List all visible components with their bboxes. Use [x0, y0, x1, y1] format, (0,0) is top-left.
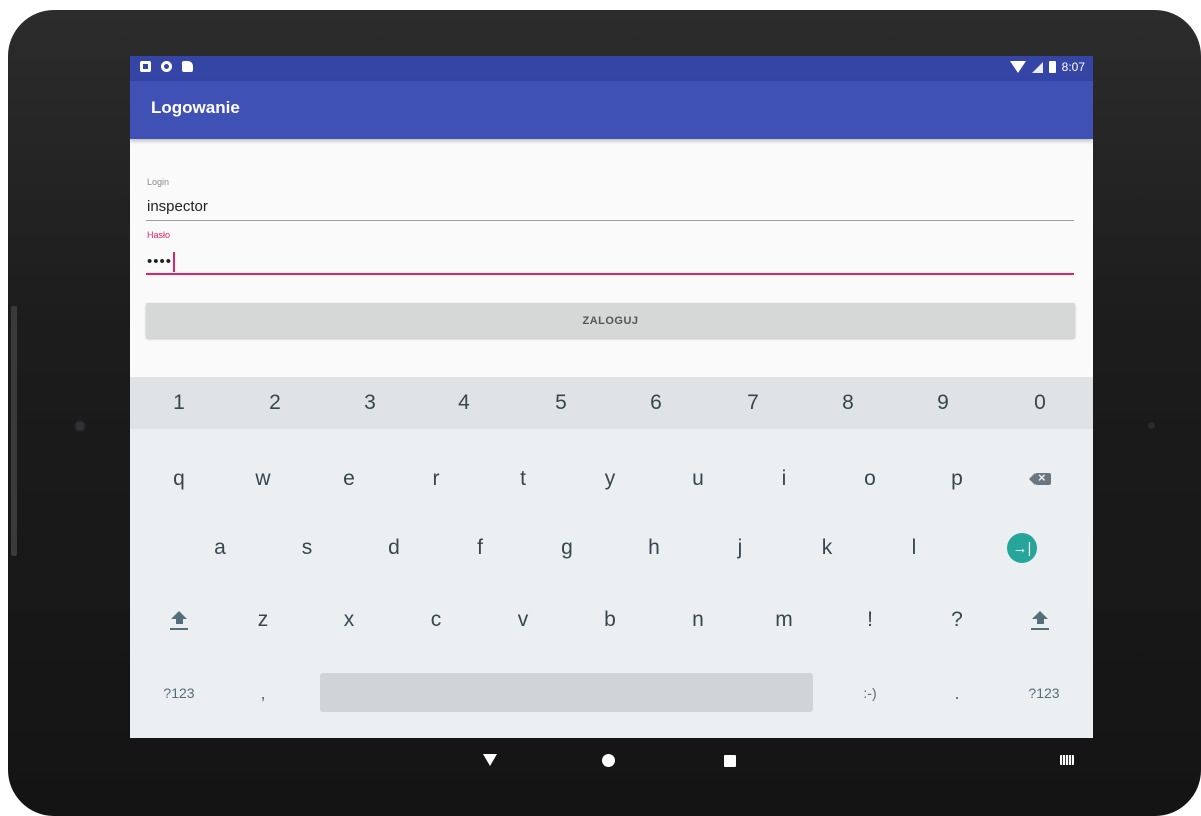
key-5[interactable]: 5 — [531, 377, 591, 429]
key-0[interactable]: 0 — [1010, 377, 1070, 429]
battery-icon — [1048, 61, 1056, 73]
text-cursor — [173, 252, 176, 272]
key-period[interactable]: . — [927, 668, 987, 718]
key-x[interactable]: x — [319, 595, 379, 645]
key-q[interactable]: q — [149, 454, 209, 504]
key-k[interactable]: k — [797, 523, 857, 573]
key-4[interactable]: 4 — [434, 377, 494, 429]
key-r[interactable]: r — [406, 454, 466, 504]
key-j[interactable]: j — [710, 523, 770, 573]
backspace-key[interactable] — [1010, 454, 1070, 504]
key-8[interactable]: 8 — [818, 377, 878, 429]
key-question[interactable]: ? — [927, 595, 987, 645]
key-3[interactable]: 3 — [340, 377, 400, 429]
key-v[interactable]: v — [493, 595, 553, 645]
recents-icon[interactable] — [724, 755, 736, 767]
key-e[interactable]: e — [319, 454, 379, 504]
key-d[interactable]: d — [364, 523, 424, 573]
key-z[interactable]: z — [233, 595, 293, 645]
symbols-key-right[interactable]: ?123 — [1014, 668, 1074, 718]
key-t[interactable]: t — [493, 454, 553, 504]
shift-icon — [170, 610, 188, 630]
key-comma[interactable]: , — [233, 668, 293, 718]
backspace-icon — [1029, 470, 1051, 485]
emoji-key[interactable]: :-) — [840, 668, 900, 718]
app-bar: Logowanie — [130, 81, 1093, 139]
shift-key-left[interactable] — [149, 595, 209, 645]
login-input[interactable]: inspector — [147, 198, 208, 215]
key-9[interactable]: 9 — [913, 377, 973, 429]
key-b[interactable]: b — [580, 595, 640, 645]
key-h[interactable]: h — [624, 523, 684, 573]
key-m[interactable]: m — [754, 595, 814, 645]
go-arrow-icon: →| — [1007, 533, 1037, 563]
home-icon[interactable] — [602, 754, 615, 767]
side-button — [11, 306, 17, 556]
key-g[interactable]: g — [537, 523, 597, 573]
shift-icon — [1031, 610, 1049, 630]
front-camera — [74, 420, 86, 432]
screen: 8:07 Logowanie Login inspector Hasło •••… — [130, 56, 1093, 738]
wifi-icon — [1009, 61, 1026, 73]
status-bar: 8:07 — [130, 56, 1093, 81]
key-o[interactable]: o — [840, 454, 900, 504]
signal-icon — [1031, 61, 1043, 73]
password-input[interactable]: •••• — [147, 252, 176, 272]
shift-key-right[interactable] — [1010, 595, 1070, 645]
key-n[interactable]: n — [668, 595, 728, 645]
key-a[interactable]: a — [190, 523, 250, 573]
spacebar[interactable] — [320, 673, 813, 712]
key-exclamation[interactable]: ! — [840, 595, 900, 645]
password-value: •••• — [147, 252, 173, 270]
login-label: Login — [147, 177, 170, 187]
password-underline — [146, 273, 1074, 275]
keyboard-icon[interactable] — [1060, 755, 1074, 765]
sensor — [1148, 422, 1155, 429]
key-u[interactable]: u — [668, 454, 728, 504]
password-label: Hasło — [147, 230, 171, 240]
soft-keyboard: 1 2 3 4 5 6 7 8 9 0 q w e r t y u i o p … — [130, 377, 1093, 738]
key-i[interactable]: i — [754, 454, 814, 504]
go-key[interactable]: →| — [992, 523, 1052, 573]
key-2[interactable]: 2 — [245, 377, 305, 429]
sd-card-icon — [182, 61, 193, 72]
key-6[interactable]: 6 — [626, 377, 686, 429]
key-7[interactable]: 7 — [723, 377, 783, 429]
number-row: 1 2 3 4 5 6 7 8 9 0 — [130, 377, 1093, 429]
key-f[interactable]: f — [450, 523, 510, 573]
symbols-key-left[interactable]: ?123 — [149, 668, 209, 718]
photo-icon — [140, 61, 151, 72]
key-l[interactable]: l — [884, 523, 944, 573]
login-button[interactable]: ZALOGUJ — [146, 303, 1075, 338]
navigation-bar — [130, 738, 1093, 785]
back-icon[interactable] — [483, 754, 497, 766]
key-c[interactable]: c — [406, 595, 466, 645]
circle-icon — [161, 61, 172, 72]
status-time: 8:07 — [1061, 60, 1085, 74]
key-p[interactable]: p — [927, 454, 987, 504]
key-w[interactable]: w — [233, 454, 293, 504]
key-y[interactable]: y — [580, 454, 640, 504]
page-title: Logowanie — [151, 98, 240, 117]
key-1[interactable]: 1 — [149, 377, 209, 429]
login-underline — [146, 220, 1074, 221]
key-s[interactable]: s — [277, 523, 337, 573]
